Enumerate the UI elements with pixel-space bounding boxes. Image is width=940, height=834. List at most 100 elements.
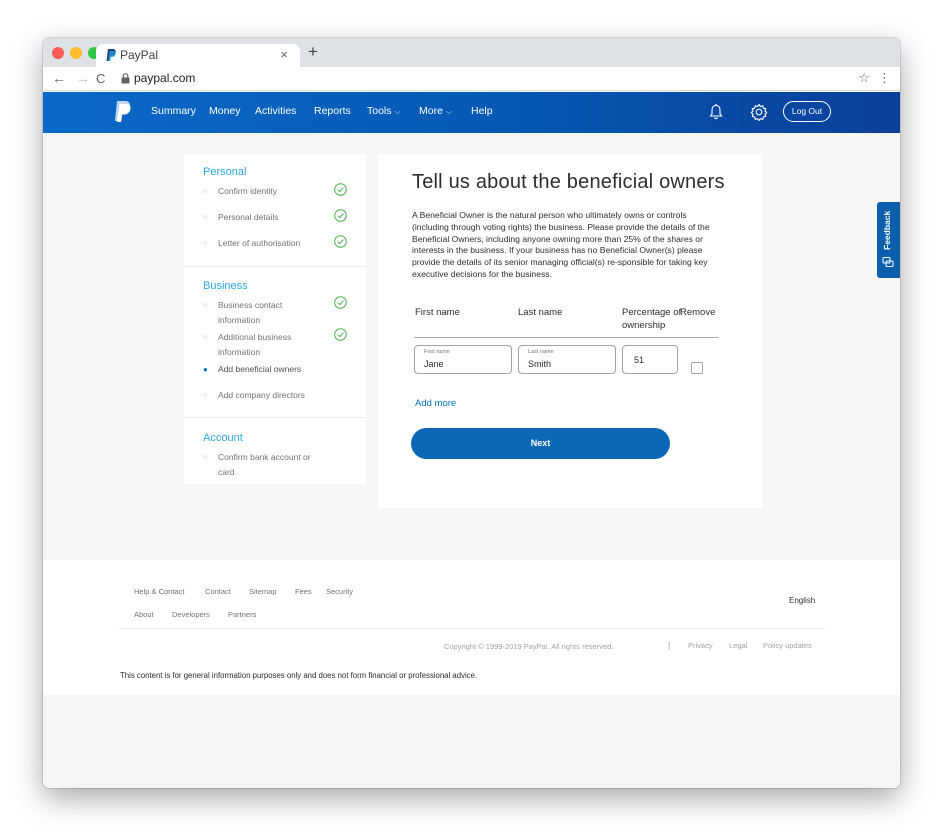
footer-separator: |: [668, 640, 671, 650]
sidebar-item-label: Add company directors: [218, 390, 305, 400]
language-selector[interactable]: English: [789, 596, 815, 605]
footer-link-fees[interactable]: Fees: [295, 587, 312, 596]
chevron-down-icon: ⌵: [394, 107, 401, 116]
percentage-value: 51: [634, 355, 645, 365]
paypal-favicon-icon: [106, 49, 116, 61]
section-title-personal: Personal: [203, 166, 247, 178]
sidebar-item-label: Confirm bank account or card: [218, 452, 311, 477]
footer-link-legal[interactable]: Legal: [729, 641, 747, 650]
feedback-label: Feedback: [882, 210, 892, 250]
sidebar-item-label: Letter of authorisation: [218, 238, 301, 248]
footer: Help & Contact Contact Sitemap Fees Secu…: [43, 560, 900, 695]
new-tab-button[interactable]: +: [308, 42, 318, 62]
bullet-icon: ○: [203, 334, 208, 341]
column-header-first-name: First name: [415, 307, 460, 318]
close-tab-icon[interactable]: ×: [280, 47, 288, 62]
gear-icon[interactable]: [750, 103, 768, 121]
bullet-icon: ○: [203, 392, 208, 399]
sidebar-item-label: Personal details: [218, 212, 279, 222]
footer-link-privacy[interactable]: Privacy: [688, 641, 713, 650]
nav-help[interactable]: Help: [471, 105, 493, 117]
form-description: A Beneficial Owner is the natural person…: [412, 210, 710, 279]
sidebar-item-confirm-bank[interactable]: ○ Confirm bank account or card: [203, 450, 353, 480]
first-name-value: Jane: [424, 359, 444, 369]
last-name-value: Smith: [528, 359, 552, 369]
first-name-field[interactable]: First name Jane: [414, 345, 512, 374]
bullet-icon: ○: [203, 214, 208, 221]
nav-tools-label: Tools: [367, 105, 392, 117]
tab-bar: PayPal × +: [43, 38, 900, 67]
bullet-icon: ○: [203, 188, 208, 195]
sidebar-item-add-company-directors[interactable]: ○ Add company directors: [203, 388, 353, 403]
footer-link-help-contact[interactable]: Help & Contact: [134, 587, 184, 596]
minimize-window-button[interactable]: [70, 47, 82, 59]
browser-window: PayPal × + ← → C paypal.com ☆ ⋮ Summary …: [43, 38, 900, 788]
add-more-link[interactable]: Add more: [415, 398, 456, 409]
disclaimer-text: This content is for general information …: [120, 671, 478, 680]
divider: [184, 417, 366, 418]
close-window-button[interactable]: [52, 47, 64, 59]
feedback-tab[interactable]: Feedback: [877, 202, 900, 278]
paypal-logo-icon[interactable]: [114, 101, 131, 122]
sidebar-item-additional-business[interactable]: ○ Additional business information: [203, 330, 353, 360]
bullet-icon: ○: [203, 240, 208, 247]
first-name-field-label: First name: [424, 349, 450, 355]
footer-link-contact[interactable]: Contact: [205, 587, 231, 596]
sidebar-item-label: Business contact information: [218, 300, 283, 325]
forward-button[interactable]: →: [76, 70, 90, 86]
footer-link-security[interactable]: Security: [326, 587, 353, 596]
copyright-text: Copyright © 1999-2019 PayPal. All rights…: [444, 642, 614, 651]
nav-more-label: More: [419, 105, 443, 117]
sidebar-item-letter-of-authorisation[interactable]: ○ Letter of authorisation: [203, 236, 353, 251]
nav-reports[interactable]: Reports: [314, 105, 351, 117]
nav-activities[interactable]: Activities: [255, 105, 296, 117]
bookmark-star-icon[interactable]: ☆: [858, 70, 870, 86]
browser-tab[interactable]: PayPal ×: [96, 44, 300, 67]
remove-checkbox[interactable]: [691, 362, 703, 374]
sidebar-item-business-contact[interactable]: ○ Business contact information: [203, 298, 353, 328]
check-icon: [334, 235, 347, 248]
bell-icon[interactable]: [709, 104, 723, 120]
section-title-business: Business: [203, 280, 248, 292]
section-title-account: Account: [203, 432, 243, 444]
check-icon: [334, 328, 347, 341]
back-button[interactable]: ←: [52, 70, 66, 86]
nav-money[interactable]: Money: [209, 105, 241, 117]
beneficial-owners-form: Tell us about the beneficial owners A Be…: [378, 154, 762, 508]
lock-icon: [121, 73, 130, 84]
footer-link-policy-updates[interactable]: Policy updates: [763, 641, 812, 650]
column-header-remove: Remove: [680, 307, 716, 318]
next-button[interactable]: Next: [411, 428, 670, 459]
check-icon: [334, 209, 347, 222]
sidebar-item-confirm-identity[interactable]: ○ Confirm identity: [203, 184, 353, 199]
progress-sidebar: Personal ○ Confirm identity ○ Personal d…: [184, 154, 366, 484]
sidebar-item-label: Confirm identity: [218, 186, 278, 196]
nav-tools[interactable]: Tools ⌵: [367, 105, 401, 117]
tab-title: PayPal: [120, 48, 159, 62]
percentage-field[interactable]: 51: [622, 345, 678, 374]
chevron-down-icon: ⌵: [445, 107, 453, 116]
footer-divider: [119, 628, 825, 629]
url-field[interactable]: paypal.com: [134, 71, 195, 85]
check-icon: [334, 183, 347, 196]
sidebar-item-personal-details[interactable]: ○ Personal details: [203, 210, 353, 225]
active-bullet-icon: ●: [203, 365, 208, 374]
reload-button[interactable]: C: [96, 71, 105, 86]
feedback-icon: [882, 257, 894, 267]
last-name-field-label: Last name: [528, 349, 554, 355]
nav-more[interactable]: More ⌵: [419, 105, 452, 117]
footer-link-partners[interactable]: Partners: [228, 610, 256, 619]
sidebar-item-label: Add beneficial owners: [218, 364, 302, 374]
sidebar-item-add-beneficial-owners[interactable]: ● Add beneficial owners: [203, 362, 353, 377]
page-title: Tell us about the beneficial owners: [412, 171, 725, 193]
address-bar: ← → C paypal.com ☆ ⋮: [43, 67, 900, 91]
nav-summary[interactable]: Summary: [151, 105, 196, 117]
footer-link-about[interactable]: About: [134, 610, 154, 619]
column-header-last-name: Last name: [518, 307, 563, 318]
divider: [184, 266, 366, 267]
footer-link-sitemap[interactable]: Sitemap: [249, 587, 277, 596]
footer-link-developers[interactable]: Developers: [172, 610, 210, 619]
browser-menu-icon[interactable]: ⋮: [878, 70, 891, 86]
last-name-field[interactable]: Last name Smith: [518, 345, 616, 374]
logout-button[interactable]: Log Out: [783, 101, 831, 122]
